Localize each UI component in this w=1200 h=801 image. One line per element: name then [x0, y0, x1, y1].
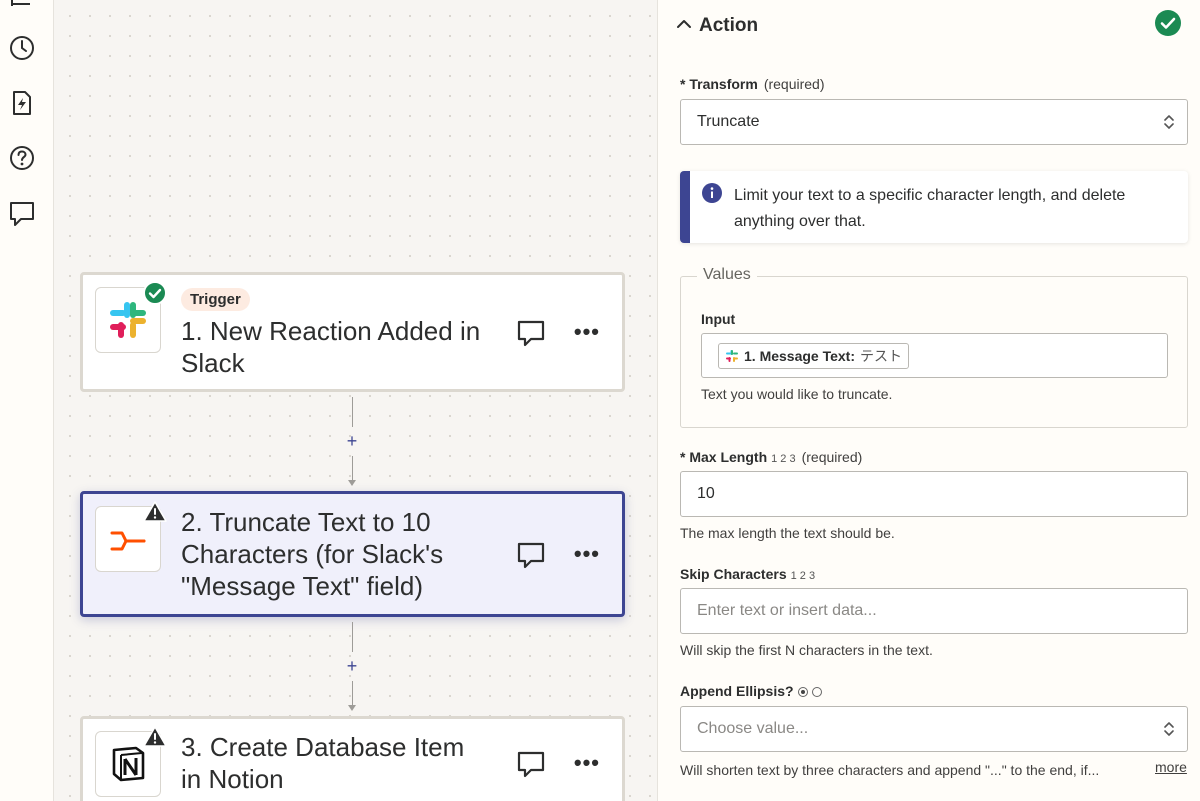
max-length-input[interactable]: 10	[680, 471, 1188, 517]
field-label-text: Skip Characters	[680, 566, 787, 582]
required-hint: (required)	[801, 449, 863, 465]
select-updown-icon	[1164, 722, 1174, 736]
append-ellipsis-help: Will shorten text by three characters an…	[680, 762, 1100, 778]
step-config-panel: Action * Transform (required) Truncate Li…	[657, 0, 1200, 801]
slack-icon	[726, 349, 738, 362]
left-rail	[0, 0, 54, 801]
required-hint: (required)	[763, 76, 825, 92]
step-title-line: Slack	[181, 348, 245, 378]
connector-line	[352, 622, 353, 652]
step-title-line: "Message Text" field)	[181, 571, 423, 601]
pill-value: テスト	[860, 347, 903, 364]
field-label-text: * Max Length	[680, 449, 768, 465]
number-type-hint: 1 2 3	[771, 453, 796, 465]
step-card-truncate[interactable]: 2. Truncate Text to 10 Characters (for S…	[80, 491, 625, 617]
values-legend: Values	[697, 266, 757, 284]
notion-icon	[112, 746, 145, 782]
list-icon[interactable]	[8, 0, 36, 18]
formatter-icon	[110, 531, 146, 551]
connector-line	[352, 397, 353, 427]
comment-icon[interactable]	[516, 749, 546, 779]
radio-empty-icon	[811, 687, 822, 698]
step-title-line: 2. Truncate Text to 10	[181, 507, 431, 537]
more-options-icon[interactable]: •••	[574, 541, 600, 567]
action-section-header[interactable]: Action	[658, 0, 1200, 52]
skip-characters-input[interactable]: Enter text or insert data...	[680, 588, 1188, 634]
add-step-button[interactable]: +	[344, 431, 360, 452]
comment-icon[interactable]	[516, 318, 546, 348]
warning-icon	[143, 500, 167, 524]
more-options-icon[interactable]: •••	[574, 750, 600, 776]
select-placeholder: Choose value...	[697, 720, 809, 737]
skip-characters-help: Will skip the first N characters in the …	[680, 642, 933, 658]
input-field[interactable]: 1. Message Text: テスト	[701, 333, 1168, 378]
chevron-up-icon[interactable]	[676, 16, 692, 32]
info-icon	[702, 183, 722, 203]
help-icon[interactable]	[8, 144, 36, 172]
success-check-icon	[143, 281, 167, 305]
max-length-help: The max length the text should be.	[680, 525, 895, 541]
skip-characters-label: Skip Characters 1 2 3	[680, 566, 815, 582]
more-options-icon[interactable]: •••	[574, 319, 600, 345]
step-title-line: 1. New Reaction Added in	[181, 316, 481, 346]
step-card-trigger[interactable]: Trigger 1. New Reaction Added in Slack •…	[80, 272, 625, 392]
transform-select[interactable]: Truncate	[680, 99, 1188, 145]
comment-icon[interactable]	[516, 540, 546, 570]
select-value: Truncate	[697, 113, 760, 130]
radio-selected-icon	[797, 687, 808, 698]
transform-label: * Transform (required)	[680, 76, 825, 92]
input-value: 10	[697, 485, 715, 502]
connector-arrow	[348, 705, 356, 711]
max-length-label: * Max Length 1 2 3 (required)	[680, 449, 862, 465]
connector-line	[352, 456, 353, 482]
trigger-pill: Trigger	[181, 288, 250, 311]
input-placeholder: Enter text or insert data...	[697, 602, 877, 619]
connector-line	[352, 681, 353, 707]
select-updown-icon	[1164, 115, 1174, 129]
section-title: Action	[699, 15, 759, 36]
info-text: Limit your text to a specific character …	[734, 187, 1126, 230]
more-link[interactable]: more	[1155, 759, 1187, 775]
success-check-icon	[1155, 10, 1181, 36]
input-label: Input	[701, 311, 736, 327]
step-card-notion[interactable]: 3. Create Database Item in Notion •••	[80, 716, 625, 801]
step-title: 1. New Reaction Added in Slack	[181, 315, 480, 379]
append-ellipsis-label: Append Ellipsis?	[680, 683, 822, 699]
step-title-line: 3. Create Database Item	[181, 732, 465, 762]
field-label-text: Append Ellipsis?	[680, 683, 794, 699]
comment-icon[interactable]	[8, 199, 36, 227]
slack-icon	[110, 302, 146, 338]
step-title: 2. Truncate Text to 10 Characters (for S…	[181, 506, 443, 602]
connector-arrow	[348, 480, 356, 486]
add-step-button[interactable]: +	[344, 656, 360, 677]
input-help: Text you would like to truncate.	[701, 386, 893, 402]
append-ellipsis-select[interactable]: Choose value...	[680, 706, 1188, 752]
step-title-line: Characters (for Slack's	[181, 539, 444, 569]
zap-file-icon[interactable]	[8, 89, 36, 117]
number-type-hint: 1 2 3	[790, 570, 816, 582]
mapped-data-pill[interactable]: 1. Message Text: テスト	[718, 342, 910, 369]
step-title: 3. Create Database Item in Notion	[181, 731, 464, 795]
step-title-line: in Notion	[181, 764, 284, 794]
warning-icon	[143, 725, 167, 749]
pill-label: 1. Message Text:	[744, 347, 856, 364]
zap-editor-canvas: Trigger 1. New Reaction Added in Slack •…	[54, 0, 657, 801]
values-group: Values Input 1. Message Text: テスト Text y…	[680, 266, 1188, 428]
field-label-text: * Transform	[680, 76, 758, 92]
history-icon[interactable]	[8, 34, 36, 62]
info-callout: Limit your text to a specific character …	[680, 171, 1188, 243]
